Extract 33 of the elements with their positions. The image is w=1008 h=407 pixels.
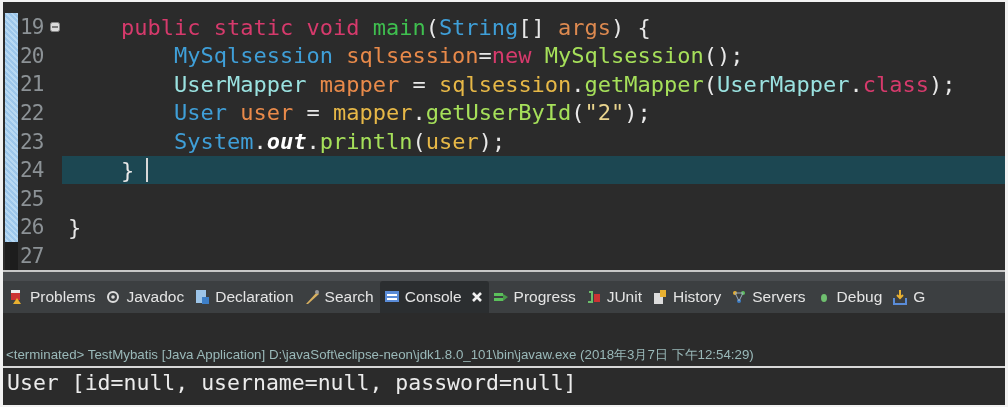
code-line: public static void main(String[] args) {	[119, 14, 651, 40]
view-tab[interactable]: Javadoc	[101, 281, 191, 313]
view-tab[interactable]: Debug	[811, 281, 889, 313]
line-number: 21	[19, 72, 45, 97]
code-line: }	[68, 214, 82, 240]
view-tab[interactable]: History	[647, 281, 728, 313]
view-tab[interactable]: Problems	[5, 281, 102, 313]
code-line: User user = mapper.getUserById("2");	[172, 100, 651, 126]
line-number: 22	[19, 100, 45, 125]
console-status: <terminated> TestMybatis [Java Application] D:\javaSoft\eclipse-neon\jdk1.8.0_101\bin\javaw.exe (2018年3月7日 下午12:54:29)	[3, 346, 1005, 368]
view-tab[interactable]: G	[888, 281, 932, 313]
view-tab[interactable]: Progress	[488, 281, 582, 313]
code-line: MySqlsession sqlsession=new MySqlsession();	[172, 43, 744, 69]
line-number: 27	[19, 243, 45, 268]
console-output: User [id=null, username=null, password=null]	[6, 370, 578, 395]
code-line: UserMapper mapper = sqlsession.getMapper(UserMapper.class);	[172, 71, 956, 97]
line-number: 23	[19, 129, 45, 154]
view-tab[interactable]: JUnit	[581, 281, 648, 313]
line-number: 24	[19, 158, 45, 183]
line-number: 25	[19, 186, 45, 211]
code-line: System.out.println(user);	[172, 129, 506, 155]
text-cursor	[146, 158, 149, 183]
code-line: }	[119, 157, 135, 183]
view-tab[interactable]: Console	[379, 281, 489, 313]
view-tab[interactable]: Declaration	[190, 281, 300, 313]
line-number: 20	[19, 43, 45, 68]
view-tab[interactable]: Search	[299, 281, 380, 313]
line-number: 26	[19, 215, 45, 240]
collapse-icon[interactable]	[50, 22, 60, 33]
sash[interactable]	[3, 270, 1005, 281]
close-icon[interactable]	[470, 291, 483, 303]
view-tab[interactable]: Servers	[727, 281, 812, 313]
line-number: 19	[19, 15, 45, 40]
